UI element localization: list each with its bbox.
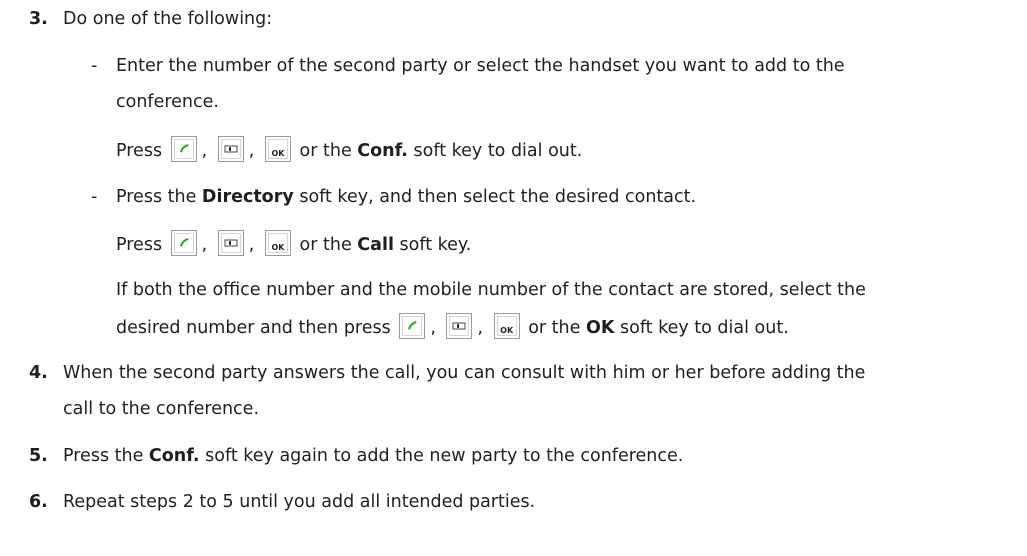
ok-key-icon: OK bbox=[493, 313, 520, 339]
or-the-text: or the bbox=[528, 318, 581, 338]
ok-key-label: OK bbox=[271, 149, 285, 158]
directory-post-text: soft key, and then select the desired co… bbox=[299, 187, 697, 207]
conf-softkey-label: Conf. bbox=[357, 141, 408, 161]
option-dash-2: - bbox=[91, 187, 98, 207]
directory-softkey-label: Directory bbox=[201, 187, 294, 207]
comma: , bbox=[201, 141, 208, 161]
option-dash-1: - bbox=[91, 56, 98, 76]
option-2-line-1: Press the Directory soft key, and then s… bbox=[116, 186, 696, 208]
option-2-both-line-2: desired number and then press , , OK or … bbox=[116, 313, 789, 341]
ok-softkey-label: OK bbox=[585, 318, 615, 338]
press-text: Press bbox=[116, 235, 163, 255]
comma: , bbox=[201, 235, 208, 255]
step-4-line-1: When the second party answers the call, … bbox=[63, 363, 866, 383]
step-number-3: 3. bbox=[29, 9, 48, 29]
handset-key-icon bbox=[170, 230, 197, 256]
comma: , bbox=[248, 235, 255, 255]
press-the-text: Press the bbox=[116, 187, 197, 207]
press-text: Press bbox=[116, 141, 163, 161]
desired-number-text: desired number and then press bbox=[116, 318, 391, 338]
ok-key-label: OK bbox=[271, 243, 285, 252]
step-number-4: 4. bbox=[29, 363, 48, 383]
speaker-key-icon bbox=[446, 313, 473, 339]
press-post-text: soft key. bbox=[399, 235, 472, 255]
conf-softkey-label: Conf. bbox=[148, 446, 200, 466]
comma: , bbox=[430, 318, 436, 338]
option-1-line-2: conference. bbox=[116, 92, 219, 112]
comma: , bbox=[477, 318, 484, 338]
step-number-6: 6. bbox=[29, 492, 48, 512]
or-the-text: or the bbox=[299, 235, 352, 255]
handset-key-icon bbox=[399, 313, 426, 339]
step-4-line-2: call to the conference. bbox=[63, 399, 260, 419]
step-number-5: 5. bbox=[29, 446, 48, 466]
step-5-text: Press the Conf. soft key again to add th… bbox=[63, 445, 683, 467]
option-2-press-line: Press , , OK or the Call soft key. bbox=[116, 230, 472, 258]
press-post-text: soft key to dial out. bbox=[413, 141, 583, 161]
call-softkey-label: Call bbox=[357, 235, 394, 255]
step-5-post-text: soft key again to add the new party to t… bbox=[205, 446, 684, 466]
step-3-lead: Do one of the following: bbox=[63, 9, 273, 29]
speaker-key-icon bbox=[217, 136, 244, 162]
step-6-text: Repeat steps 2 to 5 until you add all in… bbox=[63, 492, 536, 512]
ok-key-icon: OK bbox=[264, 230, 291, 256]
dial-out-text: soft key to dial out. bbox=[620, 318, 789, 338]
speaker-key-icon bbox=[217, 230, 244, 256]
ok-key-label: OK bbox=[500, 326, 514, 335]
option-1-line-1: Enter the number of the second party or … bbox=[116, 56, 845, 76]
handset-key-icon bbox=[170, 136, 197, 162]
or-the-text: or the bbox=[299, 141, 352, 161]
option-2-both-line-1: If both the office number and the mobile… bbox=[116, 280, 866, 300]
comma: , bbox=[248, 141, 255, 161]
option-1-press-line: Press , , OK or the Conf. soft key to di… bbox=[116, 136, 583, 164]
press-the-text: Press the bbox=[63, 446, 144, 466]
ok-key-icon: OK bbox=[264, 136, 291, 162]
